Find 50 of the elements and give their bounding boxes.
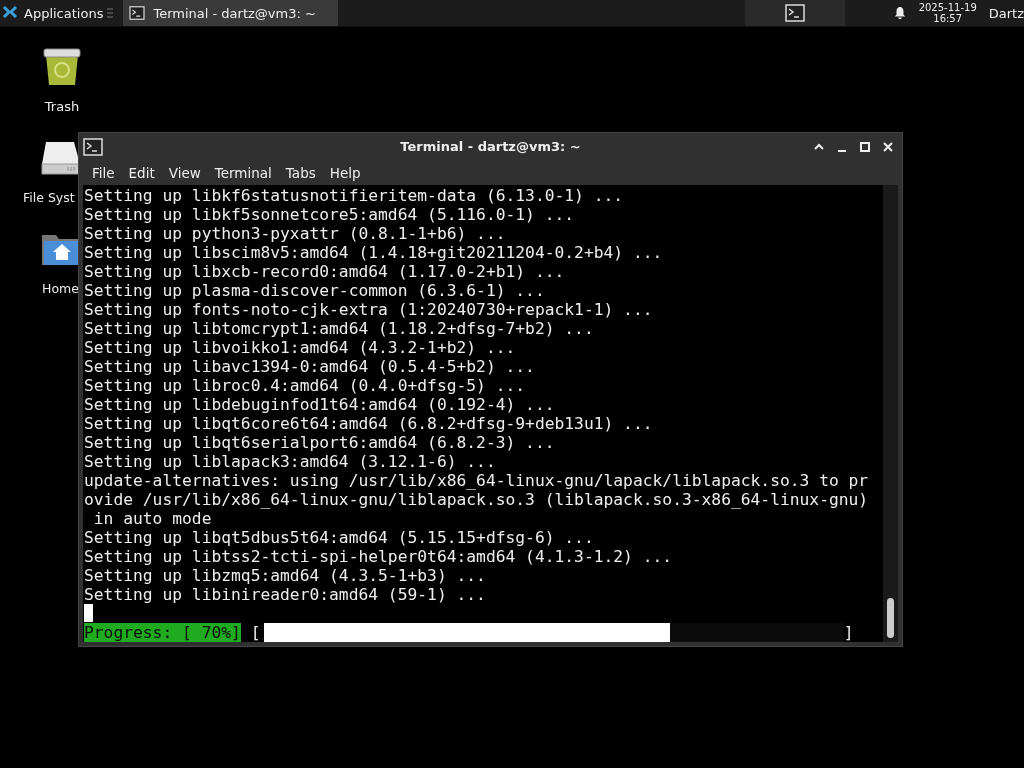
bracket: ] bbox=[843, 623, 854, 642]
desktop-icon-label[interactable]: Home bbox=[42, 281, 79, 296]
terminal-line: Setting up libqt6core6t64:amd64 (6.8.2+dfsg-9+deb13u1) ... bbox=[84, 414, 654, 433]
menu-item[interactable]: Edit bbox=[121, 164, 162, 181]
terminal-line: Setting up libscim8v5:amd64 (1.4.18+git20211204-0.2+b4) ... bbox=[84, 243, 664, 262]
menu-item[interactable]: View bbox=[161, 164, 208, 181]
terminal-line: Setting up libzmq5:amd64 (4.3.5-1+b3) ... bbox=[84, 566, 487, 585]
terminal-line: Setting up libkf6statusnotifieritem-data (6.13.0-1) ... bbox=[84, 186, 625, 205]
menu-item[interactable]: Terminal bbox=[207, 164, 279, 181]
terminal-line: Setting up libtss2-tcti-spi-helper0t64:amd64 (4.1.3-1.2) ... bbox=[84, 547, 674, 566]
workspace-switcher[interactable] bbox=[744, 0, 845, 26]
terminal-line: Setting up python3-pyxattr (0.8.1-1+b6) ... bbox=[84, 224, 507, 243]
terminal-line: Setting up libtomcrypt1:amd64 (1.18.2+dfsg-7+b2) ... bbox=[84, 319, 595, 338]
terminal-line: ovide /usr/lib/x86_64-linux-gnu/liblapack.so.3 (liblapack.so.3-x86_64-linux-gnu) bbox=[84, 490, 870, 509]
progress-label: Progress: [ 70%] bbox=[84, 623, 241, 642]
terminal-line: Setting up libroc0.4:amd64 (0.4.0+dfsg-5) ... bbox=[84, 376, 527, 395]
terminal-line: in auto mode bbox=[92, 509, 213, 528]
terminal-line: Setting up libxcb-record0:amd64 (1.17.0-2+b1) ... bbox=[84, 262, 566, 281]
terminal-line: Setting up libkf5sonnetcore5:amd64 (5.116.0-1) ... bbox=[84, 205, 576, 224]
app-menu-icon[interactable] bbox=[2, 5, 18, 21]
handle-icon[interactable] bbox=[107, 7, 114, 19]
terminal-line: Setting up libqt6serialport6:amd64 (6.8.2-3) ... bbox=[84, 433, 556, 452]
scrollbar-thumb[interactable] bbox=[887, 598, 894, 638]
user-name[interactable]: Dartz bbox=[988, 5, 1024, 21]
terminal-line: Setting up libavc1394-0:amd64 (0.5.4-5+b2) ... bbox=[84, 357, 536, 376]
menu-item[interactable]: Tabs bbox=[278, 164, 323, 181]
terminal-icon bbox=[129, 6, 146, 20]
terminal-line: Setting up libqt5dbus5t64:amd64 (5.15.15+dfsg-6) ... bbox=[84, 528, 595, 547]
clock-date[interactable]: 2025-11-19 bbox=[918, 2, 977, 13]
menu-item[interactable]: File bbox=[85, 164, 122, 181]
maximize-icon[interactable] bbox=[859, 140, 871, 153]
taskbar-button[interactable]: Terminal - dartz@vm3: ~ bbox=[123, 0, 338, 26]
window-title: Terminal - dartz@vm3: ~ bbox=[400, 139, 581, 154]
text-cursor bbox=[84, 604, 93, 622]
close-icon[interactable] bbox=[882, 140, 894, 153]
clock-time[interactable]: 16:57 bbox=[933, 13, 963, 24]
menu-item[interactable]: Help bbox=[322, 164, 368, 181]
terminal-line: Setting up libinireader0:amd64 (59-1) ... bbox=[84, 585, 487, 604]
terminal-line: Setting up liblapack3:amd64 (3.12.1-6) ... bbox=[84, 452, 497, 471]
terminal-icon bbox=[83, 137, 103, 156]
applications-menu[interactable]: Applications bbox=[24, 5, 104, 21]
terminal-line: update-alternatives: using /usr/lib/x86_64-linux-gnu/lapack/liblapack.so.3 to pr bbox=[84, 471, 870, 490]
bracket: [ bbox=[250, 623, 261, 642]
terminal-line: Setting up libvoikko1:amd64 (4.3.2-1+b2) ... bbox=[84, 338, 517, 357]
terminal-line: Setting up plasma-discover-common (6.3.6-1) ... bbox=[84, 281, 546, 300]
desktop-icon-label[interactable]: File Syst bbox=[23, 190, 75, 205]
terminal-line: Setting up fonts-noto-cjk-extra (1:20240730+repack1-1) ... bbox=[84, 300, 654, 319]
terminal-line: Setting up libdebuginfod1t64:amd64 (0.192-4) ... bbox=[84, 395, 556, 414]
desktop-icon-label[interactable]: Trash bbox=[44, 99, 80, 114]
bell-icon[interactable] bbox=[892, 6, 907, 20]
